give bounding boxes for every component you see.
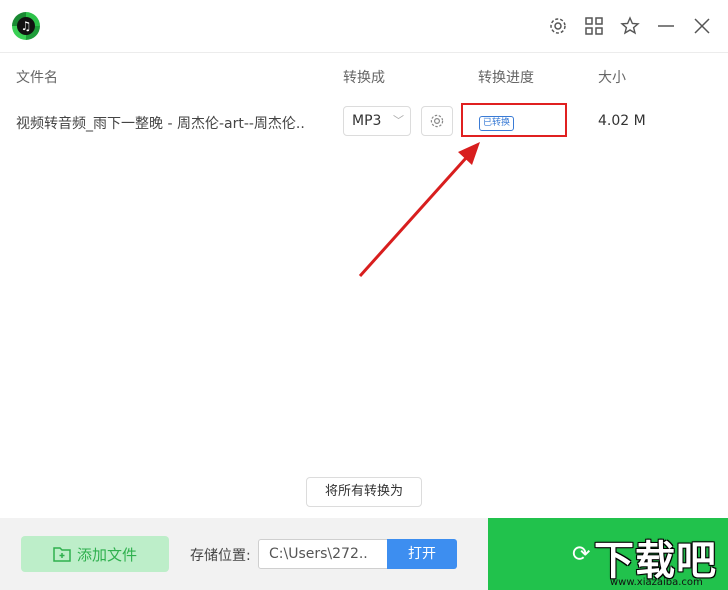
open-button[interactable]: 打开 <box>387 539 457 569</box>
watermark-url: www.xiazaiba.com <box>610 577 703 588</box>
save-location-label: 存储位置: <box>190 548 251 564</box>
add-file-button[interactable]: 添加文件 <box>21 536 169 572</box>
add-file-label: 添加文件 <box>76 545 137 564</box>
convert-all-select[interactable]: 将所有转换为 <box>306 477 422 507</box>
save-path-field[interactable]: C:\Users\272.. <box>258 539 388 569</box>
watermark-logo: 下载吧 www.xiazaiba.com <box>588 528 728 590</box>
folder-add-icon <box>53 547 71 562</box>
